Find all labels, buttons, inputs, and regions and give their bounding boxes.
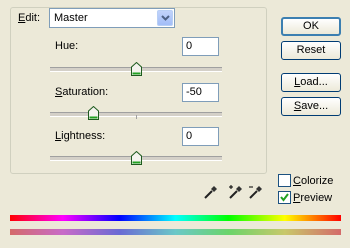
eyedropper-minus-icon[interactable] bbox=[248, 184, 264, 200]
hue-slider-thumb[interactable] bbox=[131, 62, 142, 76]
check-icon bbox=[280, 193, 289, 202]
settings-group bbox=[10, 7, 267, 174]
edit-dropdown[interactable]: Master bbox=[49, 8, 175, 28]
ok-button[interactable]: OK bbox=[281, 17, 341, 36]
colorize-label: Colorize bbox=[293, 175, 334, 187]
edit-dropdown-value: Master bbox=[54, 12, 88, 24]
preview-checkbox[interactable] bbox=[278, 191, 291, 204]
hue-label: Hue: bbox=[55, 40, 79, 52]
saturation-slider-thumb[interactable] bbox=[88, 106, 99, 120]
lightness-slider-thumb[interactable] bbox=[131, 151, 142, 165]
reset-button[interactable]: Reset bbox=[281, 41, 341, 60]
hue-input[interactable]: 0 bbox=[182, 37, 219, 56]
input-color-spectrum bbox=[10, 215, 341, 221]
saturation-input[interactable]: -50 bbox=[182, 83, 219, 102]
preview-label: Preview bbox=[293, 192, 333, 204]
lightness-input[interactable]: 0 bbox=[182, 127, 219, 146]
edit-label: Edit: bbox=[18, 12, 41, 24]
chevron-down-icon[interactable] bbox=[157, 10, 173, 26]
colorize-checkbox[interactable] bbox=[278, 174, 291, 187]
saturation-center-tick bbox=[136, 115, 137, 119]
lightness-label: Lightness: bbox=[55, 130, 106, 142]
eyedropper-plus-icon[interactable] bbox=[228, 184, 244, 200]
output-color-spectrum bbox=[10, 229, 341, 235]
save-button[interactable]: Save... bbox=[281, 97, 341, 116]
eyedropper-icon[interactable] bbox=[203, 184, 219, 200]
saturation-label: Saturation: bbox=[55, 86, 109, 98]
load-button[interactable]: Load... bbox=[281, 73, 341, 92]
